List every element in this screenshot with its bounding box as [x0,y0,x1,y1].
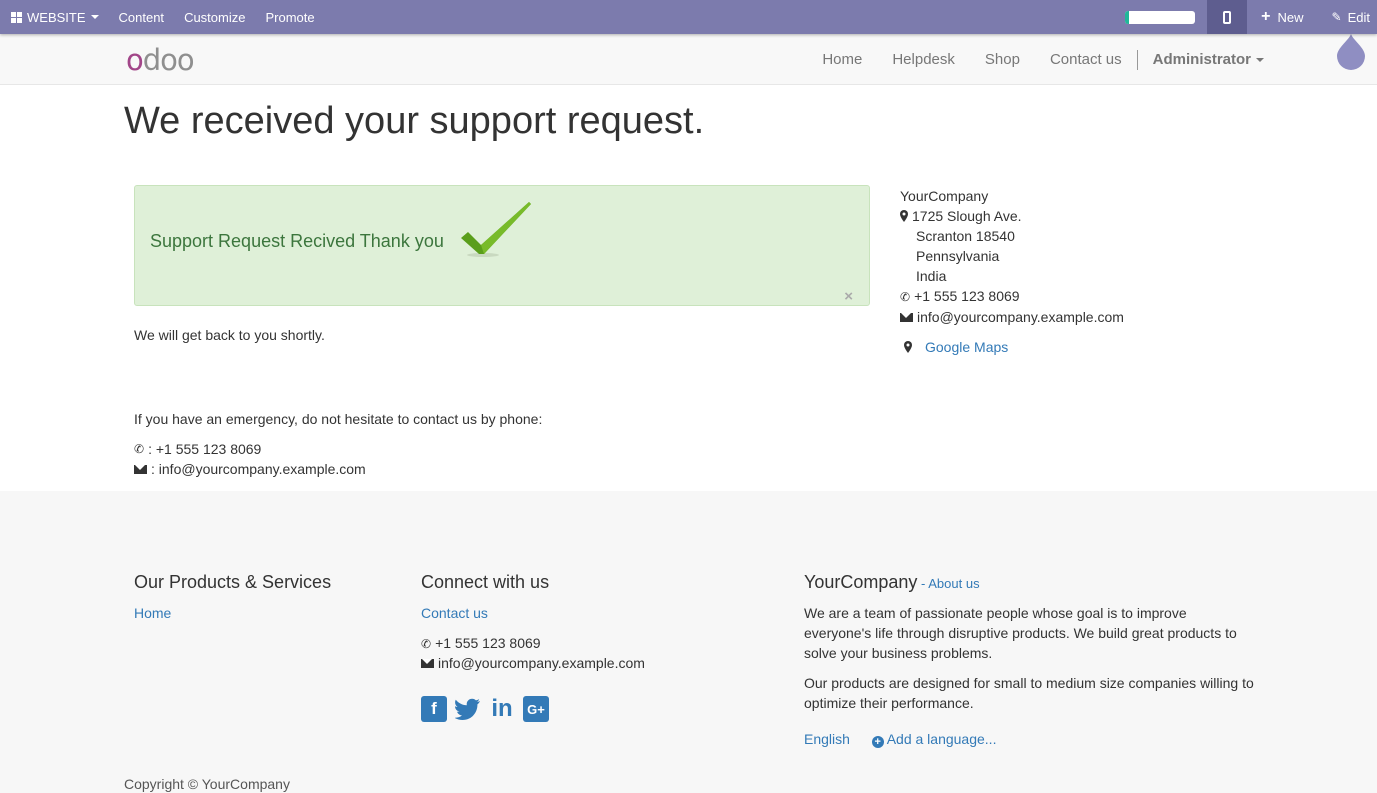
emergency-email: : info@yourcompany.example.com [134,461,366,477]
emergency-phone-text: : +1 555 123 8069 [148,441,262,457]
footer-phone: +1 555 123 8069 [435,635,541,651]
odoo-logo[interactable]: odoo [126,46,195,75]
about-paragraph-1: We are a team of passionate people whose… [804,605,1237,661]
nav-divider [1136,49,1138,70]
editor-drop-icon[interactable] [1337,34,1365,70]
new-button[interactable]: + New [1247,0,1317,34]
content-menu[interactable]: Content [109,0,175,34]
address-street: 1725 Slough Ave. [912,208,1022,224]
about-separator: - [917,576,929,591]
language-selector: English + Add a language... [804,729,996,749]
company-email: info@yourcompany.example.com [917,309,1124,325]
address-street-line: 1725 Slough Ave. [900,206,1124,226]
phone-icon: ✆ [900,290,911,304]
map-marker-icon [900,210,908,222]
address-city: Scranton 18540 [916,228,1015,244]
page-title: We received your support request. [124,100,705,142]
google-plus-icon[interactable]: G+ [523,696,549,722]
language-english[interactable]: English [804,731,850,747]
google-maps-link[interactable]: Google Maps [925,339,1008,355]
about-paragraph-2: Our products are designed for small to m… [804,675,1254,711]
add-language-label: Add a language... [886,731,997,747]
reply-note: We will get back to you shortly. [134,327,325,343]
facebook-icon[interactable]: f [421,696,447,722]
chevron-down-icon [1256,57,1264,62]
footer-link-home[interactable]: Home [134,603,171,623]
admin-bar: WEBSITE Content Customize Promote + New … [0,0,1377,34]
mobile-preview-button[interactable] [1207,0,1248,34]
company-phone-line: ✆ +1 555 123 8069 [900,286,1124,307]
user-name: Administrator [1152,51,1251,68]
mobile-phone-icon [1223,10,1232,24]
alert-message: Support Request Recived Thank you [150,231,444,251]
address-state: Pennsylvania [916,248,1000,264]
footer-email: info@yourcompany.example.com [438,655,645,671]
checkmark-icon [461,202,531,257]
map-marker-icon [904,341,912,353]
apps-grid-icon [11,11,22,23]
nav-item-home[interactable]: Home [822,51,862,68]
google-maps-link-row: Google Maps [904,339,1008,355]
plus-icon: + [1261,8,1271,25]
footer-link-contact-us[interactable]: Contact us [421,603,488,623]
footer-email-line: info@yourcompany.example.com [421,653,645,673]
envelope-icon [900,312,913,322]
nav-item-helpdesk[interactable]: Helpdesk [892,51,955,68]
about-us-link[interactable]: About us [928,576,979,591]
twitter-icon[interactable] [455,696,481,722]
loading-progress-bar [1125,10,1196,24]
emergency-phone: ✆ : +1 555 123 8069 [134,441,261,457]
company-phone: +1 555 123 8069 [914,288,1020,304]
website-menu-label: WEBSITE [27,9,86,25]
edit-button[interactable]: ✎ Edit [1318,0,1377,34]
footer-connect-title: Connect with us [421,572,550,592]
customize-menu[interactable]: Customize [174,0,255,34]
nav-item-contact-us[interactable]: Contact us [1050,51,1122,68]
plus-circle-icon: + [871,736,884,748]
promote-menu[interactable]: Promote [255,0,324,34]
copyright: Copyright © YourCompany [124,776,290,792]
new-button-label: New [1277,9,1304,25]
phone-icon: ✆ [134,442,145,456]
company-name: YourCompany [900,188,989,204]
edit-button-label: Edit [1347,9,1370,25]
progress-fill [1125,10,1129,24]
envelope-icon [134,464,147,474]
footer-products-title: Our Products & Services [134,572,332,592]
social-links: f in G+ [421,695,557,722]
emergency-email-text: : info@yourcompany.example.com [151,461,366,477]
close-icon[interactable]: × [844,288,853,305]
user-menu[interactable]: Administrator [1153,51,1264,68]
envelope-icon [421,658,434,668]
footer-company-title: YourCompany [804,572,918,592]
company-address-card: YourCompany 1725 Slough Ave. Scranton 18… [900,186,1124,327]
phone-icon: ✆ [421,637,432,651]
footer-company-heading: YourCompany - About us [804,572,980,593]
footer-phone-line: ✆ +1 555 123 8069 [421,633,541,654]
success-alert: Support Request Recived Thank you × [134,185,870,306]
website-menu[interactable]: WEBSITE [0,0,109,34]
company-email-line: info@yourcompany.example.com [900,307,1124,327]
main-navigation: Home Helpdesk Shop Contact us Administra… [792,34,1264,85]
site-header: odoo Home Helpdesk Shop Contact us Admin… [0,34,1377,85]
address-country: India [916,268,947,284]
emergency-note: If you have an emergency, do not hesitat… [134,411,543,427]
add-language-link[interactable]: + Add a language... [871,731,997,748]
chevron-down-icon [90,15,99,19]
linkedin-icon[interactable]: in [489,695,515,722]
nav-item-shop[interactable]: Shop [985,51,1020,68]
pencil-icon: ✎ [1331,10,1342,24]
